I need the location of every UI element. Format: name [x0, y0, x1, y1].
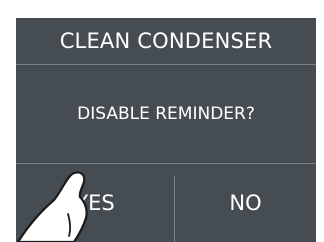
no-button-label: NO: [229, 191, 262, 215]
dialog-title: CLEAN CONDENSER: [59, 29, 273, 53]
reminder-dialog: CLEAN CONDENSER DISABLE REMINDER? YES NO: [16, 18, 316, 242]
no-button[interactable]: NO: [175, 164, 316, 242]
dialog-message: DISABLE REMINDER?: [77, 104, 255, 124]
yes-button-label: YES: [75, 191, 115, 215]
yes-button[interactable]: YES: [16, 164, 174, 242]
